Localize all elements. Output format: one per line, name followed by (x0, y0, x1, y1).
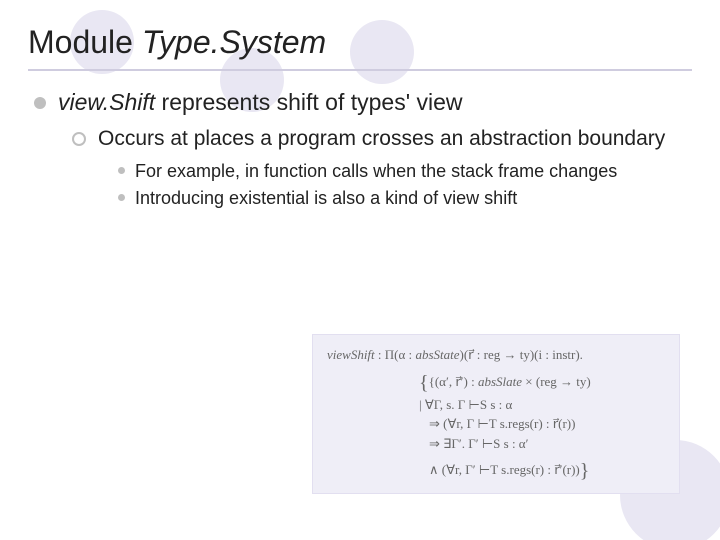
math-l5-text: ⇒ ∃Γ′. Γ′ ⊢S s : α′ (429, 436, 528, 451)
math-l4-text: ⇒ (∀r, Γ ⊢T s.regs(r) : r⃗(r)) (429, 416, 575, 431)
bullet-smalldot-icon (118, 194, 125, 201)
bullet-level2-text: Occurs at places a program crosses an ab… (98, 126, 665, 152)
math-absstate: absState (415, 347, 459, 362)
math-line-6: ∧ (∀r, Γ′ ⊢T s.regs(r) : r⃗′(r))} (327, 453, 667, 483)
math-absslate: absSlate (478, 374, 522, 389)
bullet-level1: view.Shift represents shift of types' vi… (34, 89, 692, 116)
math-l6a-text: ∧ (∀r, Γ′ ⊢T s.regs(r) : r⃗′(r)) (429, 462, 580, 477)
math-l2c: × (reg → ty) (522, 374, 591, 389)
bullet-dot-icon (34, 97, 46, 109)
math-viewshift: viewShift (327, 347, 375, 362)
math-line-5: ⇒ ∃Γ′. Γ′ ⊢S s : α′ (327, 434, 667, 454)
math-l1d: )(r⃗ : reg → ty)(i : instr). (460, 347, 583, 362)
math-l1d-inner: )(r⃗ : reg → ty)(i : instr). (460, 347, 583, 362)
title-module-name: Type.System (142, 24, 326, 60)
brace-open-icon: { (419, 372, 429, 394)
math-l1b: : Π(α : (375, 347, 416, 362)
bullet-level1-text: view.Shift represents shift of types' vi… (58, 89, 463, 116)
math-l2a: {(α′, r⃗′) : (429, 374, 478, 389)
bullet-level3-b: Introducing existential is also a kind o… (118, 187, 692, 210)
math-line-4: ⇒ (∀r, Γ ⊢T s.regs(r) : r⃗(r)) (327, 414, 667, 434)
slide-title: Module Type.System (28, 24, 692, 71)
bullet-level3-b-text: Introducing existential is also a kind o… (135, 187, 517, 210)
bullet-level3-a-text: For example, in function calls when the … (135, 160, 617, 183)
math-line-3: | ∀Γ, s. Γ ⊢S s : α (327, 395, 667, 415)
bullet-ring-icon (72, 132, 86, 146)
brace-close-icon: } (580, 460, 590, 482)
viewshift-term: view.Shift (58, 89, 155, 115)
bullet-level3-a: For example, in function calls when the … (118, 160, 692, 183)
math-line-2: {{(α′, r⃗′) : absSlate × (reg → ty) (327, 365, 667, 395)
title-prefix: Module (28, 24, 142, 60)
type-rule-box: viewShift : Π(α : absState)(r⃗ : reg → t… (312, 334, 680, 494)
math-line-1: viewShift : Π(α : absState)(r⃗ : reg → t… (327, 345, 667, 365)
math-l3-text: | ∀Γ, s. Γ ⊢S s : α (419, 397, 512, 412)
bullet-level1-rest: represents shift of types' view (155, 89, 462, 115)
bullet-smalldot-icon (118, 167, 125, 174)
bullet-level2: Occurs at places a program crosses an ab… (72, 126, 692, 152)
